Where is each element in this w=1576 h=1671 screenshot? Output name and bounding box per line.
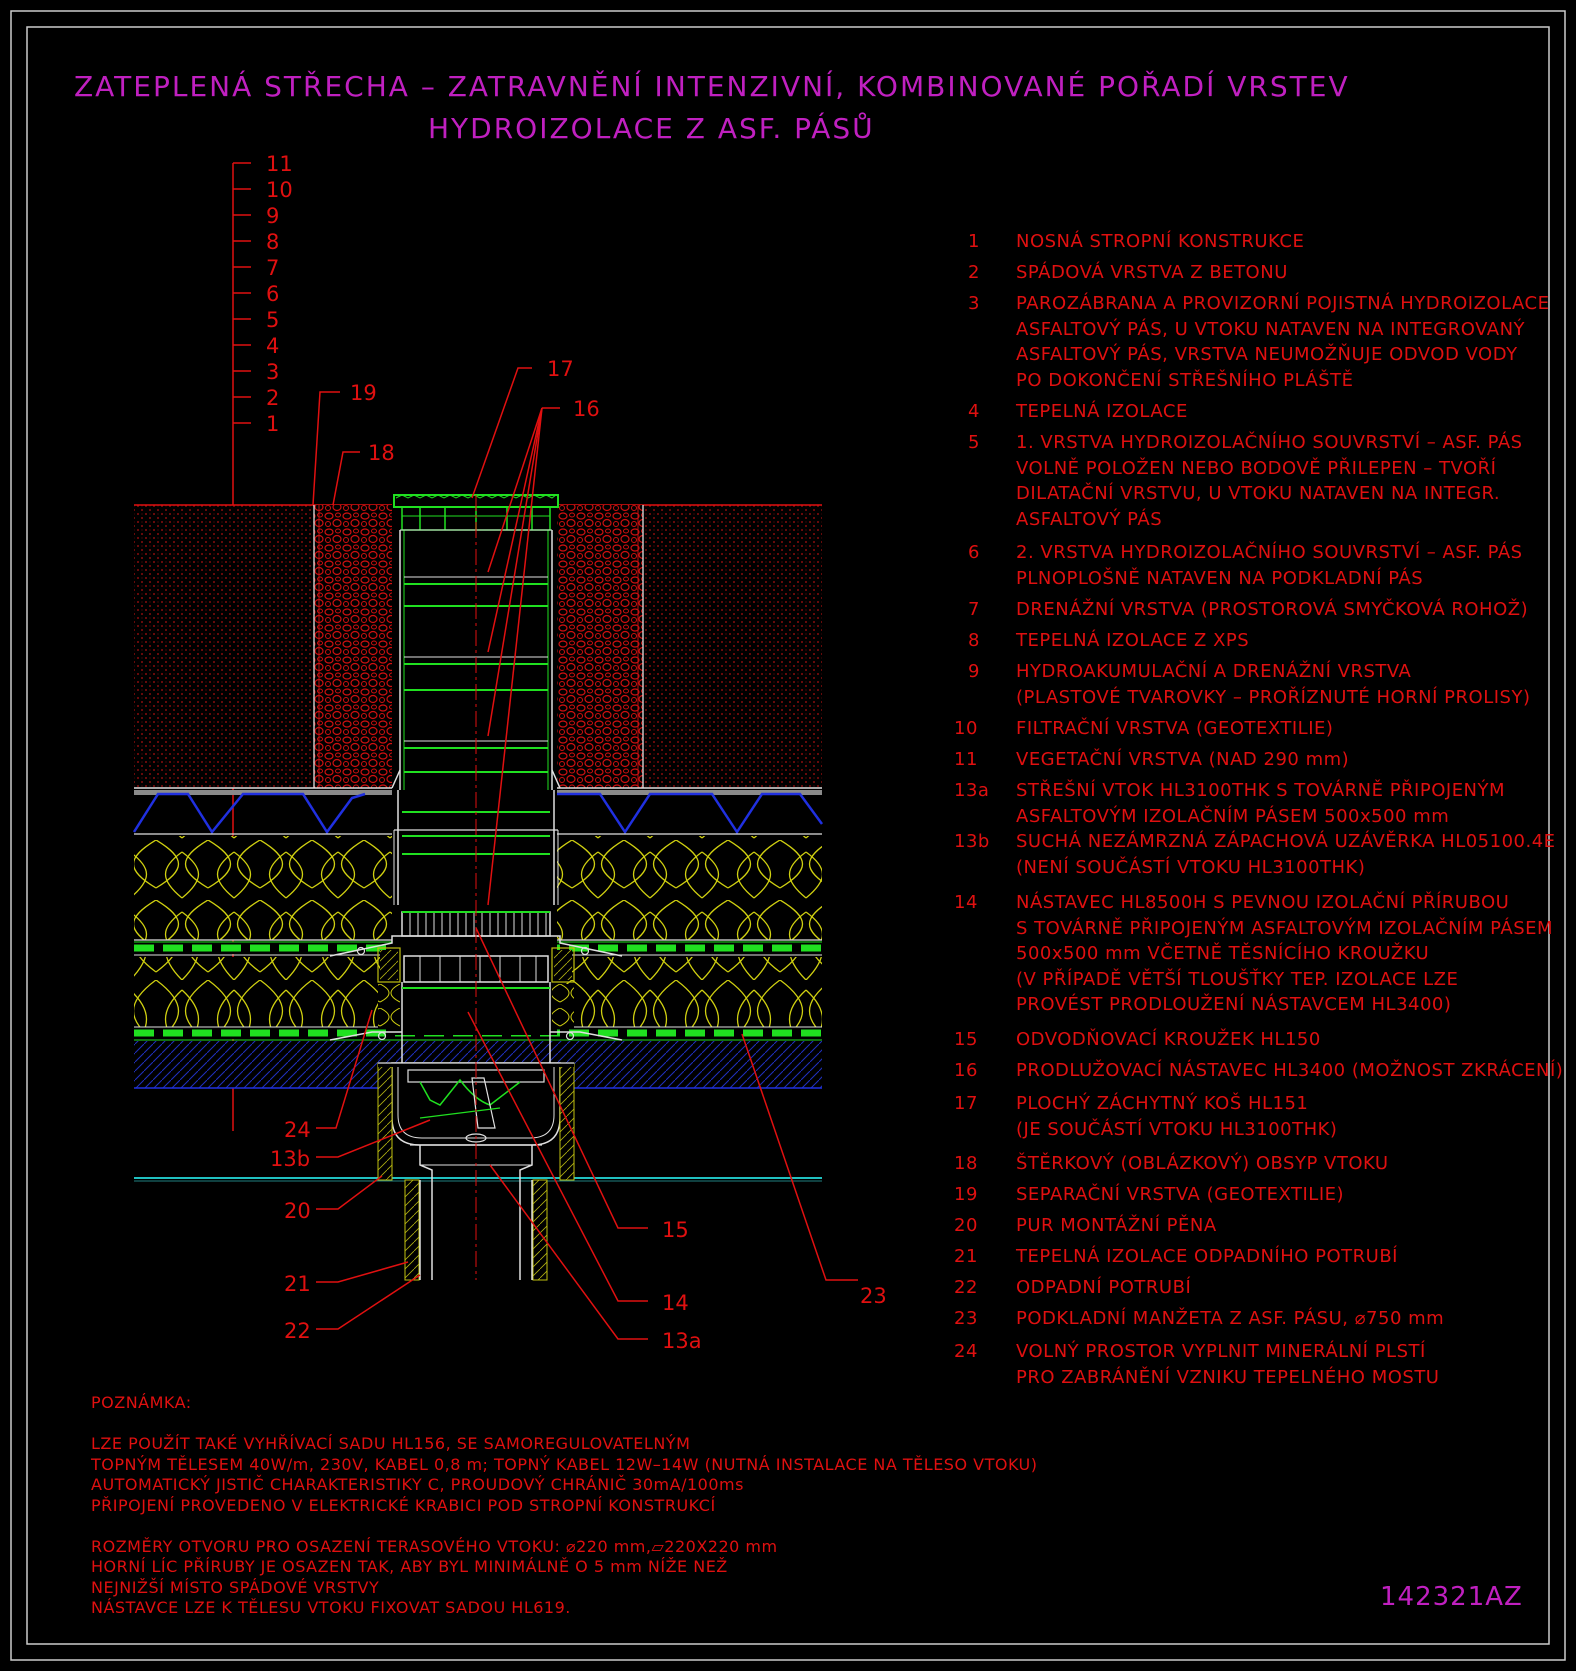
drawing-title-line2: HYDROIZOLACE Z ASF. PÁSŮ <box>428 112 875 145</box>
scale-label-7: 7 <box>266 256 279 280</box>
drawing-code: 142321AZ <box>1380 1582 1523 1612</box>
scale-label-5: 5 <box>266 308 279 332</box>
callout-19: 19 <box>350 381 377 405</box>
callout-17: 17 <box>547 357 574 381</box>
scale-label-11: 11 <box>266 152 293 176</box>
scale-label-2: 2 <box>266 386 279 410</box>
callout-22: 22 <box>284 1319 311 1343</box>
callout-13b: 13b <box>270 1147 310 1171</box>
scale-label-6: 6 <box>266 282 279 306</box>
callout-23: 23 <box>860 1284 887 1308</box>
callout-21: 21 <box>284 1272 311 1296</box>
legend: 1 NOSNÁ STROPNÍ KONSTRUKCE 2 SPÁDOVÁ VRSTV… <box>954 231 1564 1388</box>
callout-20: 20 <box>284 1199 311 1223</box>
callout-13a: 13a <box>662 1329 702 1353</box>
scale-label-8: 8 <box>266 230 279 254</box>
notes: POZNÁMKA: LZE POUŽÍT TAKÉ VYHŘÍVACÍ SADU… <box>91 1393 1038 1617</box>
scale-label-3: 3 <box>266 360 279 384</box>
scale-label-4: 4 <box>266 334 279 358</box>
callout-24: 24 <box>284 1118 311 1142</box>
callout-16: 16 <box>573 397 600 421</box>
callout-18: 18 <box>368 441 395 465</box>
scale-label-10: 10 <box>266 178 293 202</box>
callout-15: 15 <box>662 1218 689 1242</box>
scale-label-1: 1 <box>266 412 279 436</box>
scale-label-9: 9 <box>266 204 279 228</box>
callout-14: 14 <box>662 1291 689 1315</box>
